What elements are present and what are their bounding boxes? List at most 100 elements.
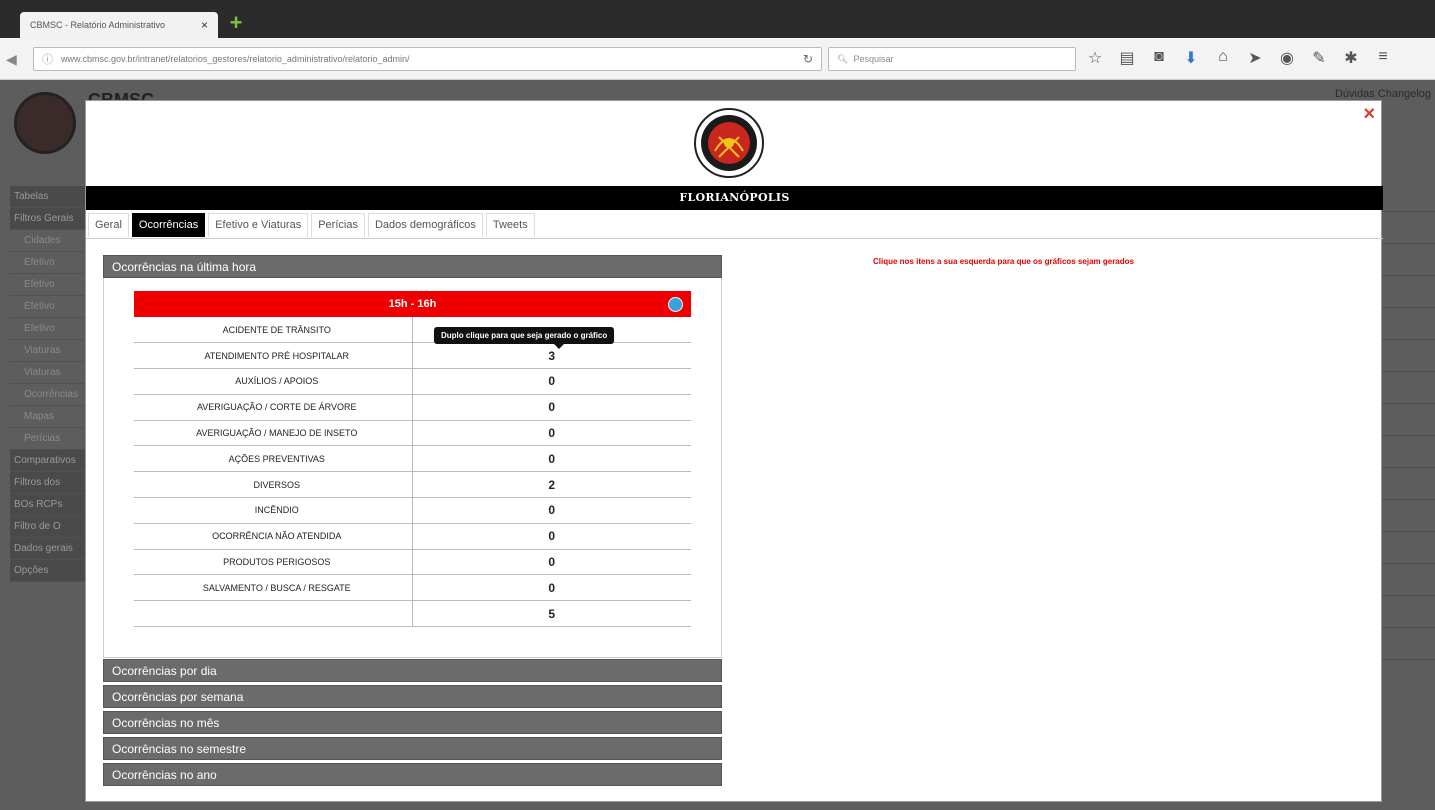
table-row[interactable]: DIVERSOS 2 xyxy=(134,471,691,499)
table-row[interactable]: SALVAMENTO / BUSCA / RESGATE 0 xyxy=(134,574,691,602)
background-logo xyxy=(14,92,76,154)
background-sidebar-item[interactable]: Efetivo xyxy=(10,252,86,274)
panel-collapsed[interactable]: Ocorrências no semestre xyxy=(103,737,722,760)
occurrence-count: 3 xyxy=(412,342,691,370)
search-icon: 🔍︎ xyxy=(837,53,849,64)
tab-dados-demograficos[interactable]: Dados demográficos xyxy=(367,213,483,237)
table-row[interactable]: AUXÍLIOS / APOIOS 0 xyxy=(134,368,691,395)
new-tab-icon[interactable]: + xyxy=(226,12,246,34)
occurrence-count: 2 xyxy=(412,471,691,499)
panel-collapsed[interactable]: Ocorrências no mês xyxy=(103,711,722,734)
browser-nav-bar: ◀ ⓘ www.cbmsc.gov.br/intranet/relatorios… xyxy=(0,38,1435,80)
background-right-rows xyxy=(1382,180,1435,660)
background-sidebar-item[interactable]: Ocorrências xyxy=(10,384,86,406)
panel-collapsed[interactable]: Ocorrências por dia xyxy=(103,659,722,682)
occurrence-count: 0 xyxy=(412,497,691,524)
background-sidebar-item[interactable]: Efetivo xyxy=(10,318,86,340)
occurrence-count: 0 xyxy=(412,445,691,473)
occurrence-type: OCORRÊNCIA NÃO ATENDIDA xyxy=(134,523,413,550)
occurrence-type: ACIDENTE DE TRÂNSITO xyxy=(134,317,413,344)
background-sidebar-item[interactable]: Efetivo xyxy=(10,274,86,296)
occurrence-count: 0 xyxy=(412,394,691,421)
background-sidebar: Tabelas Filtros Gerais Cidades Efetivo Efeti… xyxy=(10,186,86,582)
tab-geral[interactable]: Geral xyxy=(88,213,129,237)
cbmsc-emblem-icon xyxy=(694,108,764,178)
tools-icon[interactable]: ✎ xyxy=(1310,48,1328,68)
table-row[interactable]: 5 xyxy=(134,600,691,628)
city-banner: FLORIANÓPOLIS xyxy=(86,186,1383,210)
chart-tooltip: Duplo clique para que seja gerado o gráf… xyxy=(434,327,615,349)
background-sidebar-item[interactable]: Cidades xyxy=(10,230,86,252)
background-sidebar-item[interactable]: Comparativos xyxy=(10,450,86,472)
table-row[interactable]: ATENDIMENTO PRÉ HOSPITALAR 3 xyxy=(134,342,691,370)
occurrence-type xyxy=(134,600,413,628)
occurrence-type: ATENDIMENTO PRÉ HOSPITALAR xyxy=(134,342,413,370)
background-sidebar-item[interactable]: BOs RCPs xyxy=(10,494,86,516)
table-row[interactable]: OCORRÊNCIA NÃO ATENDIDA 0 xyxy=(134,523,691,550)
browser-tab-bar: CBMSC - Relatório Administrativo × + xyxy=(0,0,1435,38)
panel-ultima-hora-body: 15h - 16h ACIDENTE DE TRÂNSITO ATENDIMENT… xyxy=(103,278,722,658)
background-sidebar-item[interactable]: Filtros Gerais xyxy=(10,208,86,230)
search-placeholder: Pesquisar xyxy=(853,54,894,64)
reading-list-icon[interactable]: ▤ xyxy=(1118,48,1136,68)
url-text: www.cbmsc.gov.br/intranet/relatorios_ges… xyxy=(61,54,410,64)
info-icon[interactable] xyxy=(668,297,683,312)
panel-collapsed[interactable]: Ocorrências por semana xyxy=(103,685,722,708)
background-sidebar-item[interactable]: Mapas xyxy=(10,406,86,428)
occurrence-count: 0 xyxy=(412,420,691,447)
download-icon[interactable]: ⬇ xyxy=(1182,48,1200,68)
table-row[interactable]: PRODUTOS PERIGOSOS 0 xyxy=(134,549,691,576)
site-info-icon[interactable]: ⓘ xyxy=(42,51,53,67)
occurrence-type: SALVAMENTO / BUSCA / RESGATE xyxy=(134,574,413,602)
url-bar[interactable]: ⓘ www.cbmsc.gov.br/intranet/relatorios_g… xyxy=(33,47,822,71)
occurrence-count: 0 xyxy=(412,368,691,395)
occurrence-type: AVERIGUAÇÃO / CORTE DE ÁRVORE xyxy=(134,394,413,421)
table-row[interactable]: INCÊNDIO 0 xyxy=(134,497,691,524)
tab-ocorrencias[interactable]: Ocorrências xyxy=(131,213,206,237)
home-icon[interactable]: ⌂ xyxy=(1214,48,1232,68)
background-sidebar-item[interactable]: Viaturas xyxy=(10,362,86,384)
time-range-header: 15h - 16h xyxy=(388,298,437,310)
report-modal: × FLORIANÓPOLIS Geral Ocorrências Efetivo … xyxy=(85,100,1383,802)
background-top-links[interactable]: Dúvidas Changelog xyxy=(1335,88,1431,100)
back-icon[interactable]: ◀ xyxy=(6,51,17,68)
search-input[interactable]: 🔍︎ Pesquisar xyxy=(828,47,1076,71)
tab-close-icon[interactable]: × xyxy=(201,18,208,32)
browser-tab-title: CBMSC - Relatório Administrativo xyxy=(30,20,166,30)
occurrence-count: 0 xyxy=(412,574,691,602)
star-icon[interactable]: ☆ xyxy=(1086,48,1104,68)
background-sidebar-item[interactable]: Perícias xyxy=(10,428,86,450)
table-row[interactable]: AVERIGUAÇÃO / MANEJO DE INSETO 0 xyxy=(134,420,691,447)
report-tabs: Geral Ocorrências Efetivo e Viaturas Períci… xyxy=(86,213,1383,239)
table-row[interactable]: AVERIGUAÇÃO / CORTE DE ÁRVORE 0 xyxy=(134,394,691,421)
reload-icon[interactable]: ↻ xyxy=(803,52,813,66)
tab-pericias[interactable]: Perícias xyxy=(311,213,365,237)
tab-tweets[interactable]: Tweets xyxy=(485,213,535,237)
panel-ocorrencias-ultima-hora[interactable]: Ocorrências na última hora xyxy=(103,255,722,278)
pocket-icon[interactable]: ◙ xyxy=(1150,48,1168,68)
occurrence-type: AVERIGUAÇÃO / MANEJO DE INSETO xyxy=(134,420,413,447)
panel-collapsed[interactable]: Ocorrências no ano xyxy=(103,763,722,786)
browser-tab[interactable]: CBMSC - Relatório Administrativo × xyxy=(20,12,218,38)
table-header-row: 15h - 16h xyxy=(134,291,691,317)
background-sidebar-item[interactable]: Tabelas xyxy=(10,186,86,208)
background-sidebar-item[interactable]: Opções xyxy=(10,560,86,582)
occurrence-count: 0 xyxy=(412,549,691,576)
occurrence-type: INCÊNDIO xyxy=(134,497,413,524)
addon-icon[interactable]: ✱ xyxy=(1342,48,1360,68)
toolbar-icons: ☆ ▤ ◙ ⬇ ⌂ ➤ ◉ ✎ ✱ ≡ xyxy=(1086,48,1392,68)
menu-icon[interactable]: ≡ xyxy=(1374,48,1392,68)
background-sidebar-item[interactable]: Filtro de O xyxy=(10,516,86,538)
tab-efetivo-e-viaturas[interactable]: Efetivo e Viaturas xyxy=(208,213,309,237)
table-row[interactable]: AÇÕES PREVENTIVAS 0 xyxy=(134,445,691,473)
chart-hint: Clique nos itens a sua esquerda para que… xyxy=(873,257,1134,266)
chat-icon[interactable]: ◉ xyxy=(1278,48,1296,68)
close-icon[interactable]: × xyxy=(1363,103,1375,126)
background-sidebar-item[interactable]: Filtros dos xyxy=(10,472,86,494)
background-sidebar-item[interactable]: Efetivo xyxy=(10,296,86,318)
occurrence-type: AUXÍLIOS / APOIOS xyxy=(134,368,413,395)
background-sidebar-item[interactable]: Viaturas xyxy=(10,340,86,362)
send-icon[interactable]: ➤ xyxy=(1246,48,1264,68)
occurrence-type: PRODUTOS PERIGOSOS xyxy=(134,549,413,576)
background-sidebar-item[interactable]: Dados gerais xyxy=(10,538,86,560)
